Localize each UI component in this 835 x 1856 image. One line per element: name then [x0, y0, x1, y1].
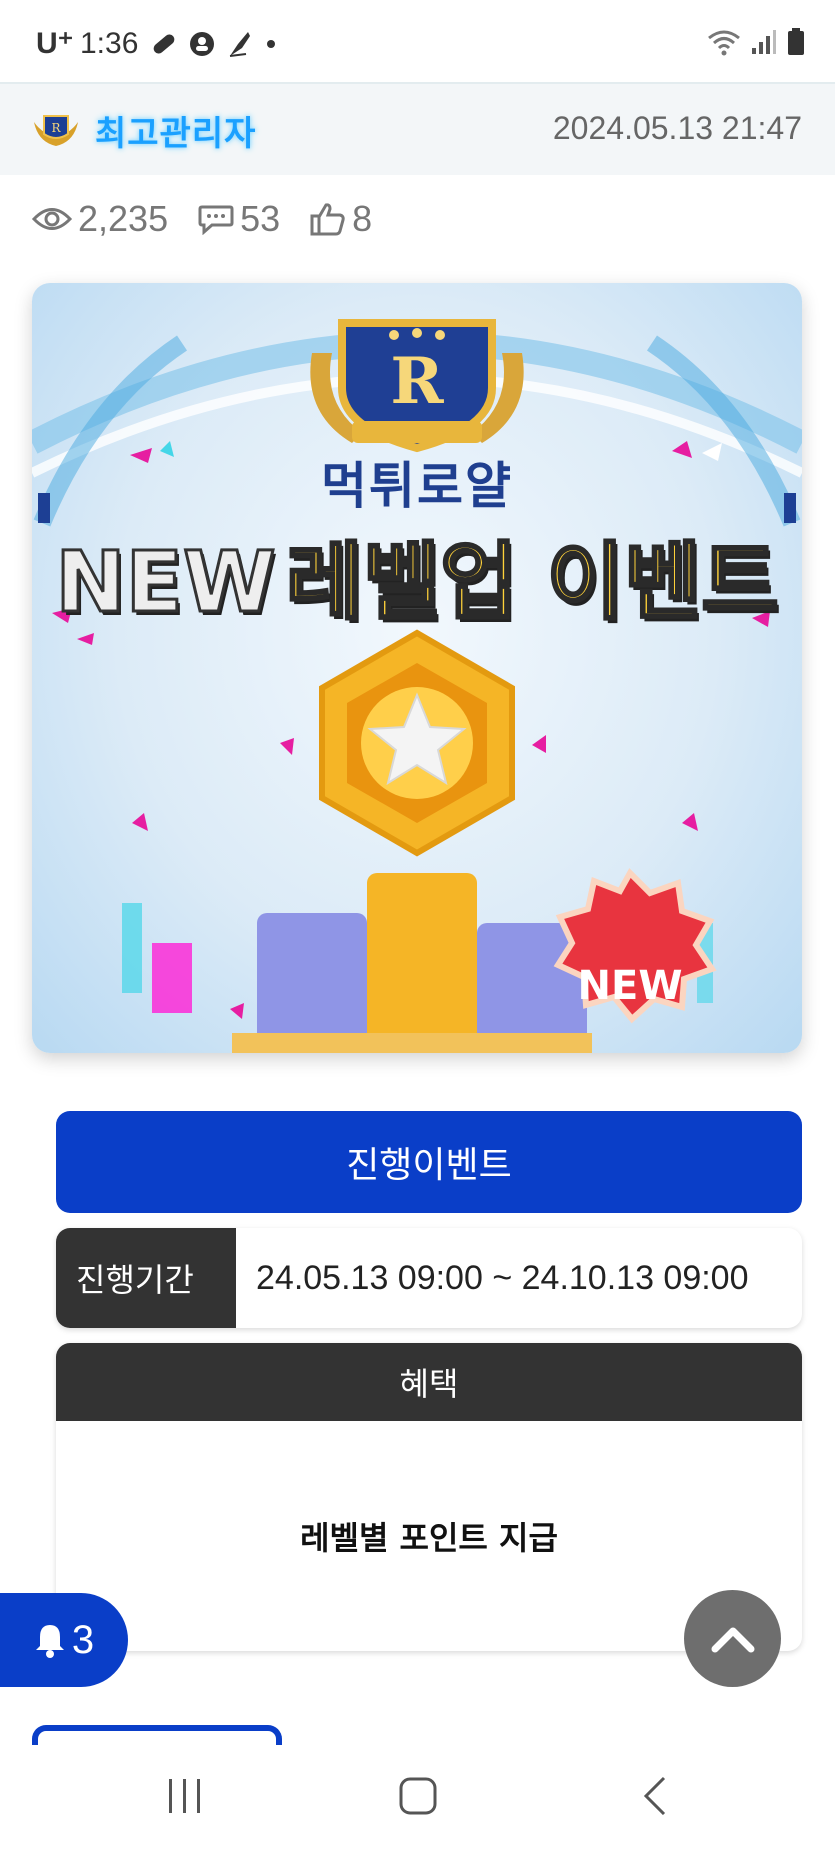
- quill-icon: [229, 32, 250, 57]
- scroll-top-button[interactable]: [684, 1590, 781, 1687]
- wifi-icon: [708, 30, 740, 56]
- recent-apps-icon[interactable]: [165, 1775, 205, 1815]
- headline-event: 레벨업 이벤트: [284, 532, 780, 633]
- likes-count: 8: [352, 198, 373, 239]
- carrier-label: U⁺: [36, 27, 74, 60]
- views-stat: 2,235: [32, 198, 168, 240]
- clock: 1:36: [80, 27, 139, 60]
- post-date: 2024.05.13 21:47: [552, 110, 802, 146]
- period-value: 24.05.13 09:00 ~ 24.10.13 09:00: [256, 1258, 749, 1297]
- svg-text:R: R: [390, 344, 444, 419]
- dot-icon: [267, 40, 275, 48]
- event-benefit-box: 혜택 레벨별 포인트 지급: [56, 1343, 802, 1651]
- pill-icon: [153, 34, 175, 54]
- level-badge-icon: R: [34, 115, 78, 146]
- period-label: 진행기간: [56, 1228, 236, 1328]
- account-icon: [190, 32, 214, 56]
- signal-icon: [752, 30, 776, 54]
- notification-count: 3: [71, 1617, 95, 1662]
- system-icons: [707, 28, 805, 56]
- event-banner-image: R 먹튀로얄 NEW 레벨업 이벤트 NEW: [32, 283, 802, 1053]
- back-icon[interactable]: [636, 1775, 676, 1815]
- status-bar: U⁺ 1:36: [0, 0, 835, 84]
- benefit-label: 혜택: [56, 1343, 802, 1421]
- battery-icon: [788, 28, 804, 55]
- views-count: 2,235: [78, 198, 169, 239]
- svg-text:R: R: [51, 121, 61, 135]
- banner-brand: 먹튀로얄: [321, 457, 513, 515]
- eye-icon: [32, 208, 72, 230]
- banner-headline: NEW 레벨업 이벤트: [32, 515, 802, 636]
- system-nav-bar: [0, 1745, 835, 1856]
- bell-icon: [35, 1625, 64, 1658]
- thumbs-up-icon: [310, 203, 345, 236]
- event-title-button[interactable]: 진행이벤트: [56, 1111, 802, 1213]
- notification-button[interactable]: 3: [0, 1593, 128, 1687]
- banner-artwork: R: [32, 319, 802, 1053]
- headline-new: NEW: [54, 532, 277, 633]
- comment-icon: [198, 205, 234, 235]
- new-badge: NEW: [577, 963, 683, 1009]
- post-stats: 2,235 53 8: [32, 198, 402, 240]
- chevron-up-icon: [711, 1627, 754, 1652]
- event-period-row: 진행기간 24.05.13 09:00 ~ 24.10.13 09:00: [56, 1228, 802, 1328]
- notification-icons: [150, 30, 278, 58]
- comments-count: 53: [240, 198, 281, 239]
- post-author-bar: R 최고관리자 2024.05.13 21:47: [0, 84, 835, 175]
- likes-stat[interactable]: 8: [310, 198, 372, 240]
- comments-stat: 53: [198, 198, 280, 240]
- home-icon[interactable]: [398, 1775, 438, 1815]
- author-name[interactable]: 최고관리자: [95, 106, 256, 155]
- benefit-value: 레벨별 포인트 지급: [300, 1519, 558, 1557]
